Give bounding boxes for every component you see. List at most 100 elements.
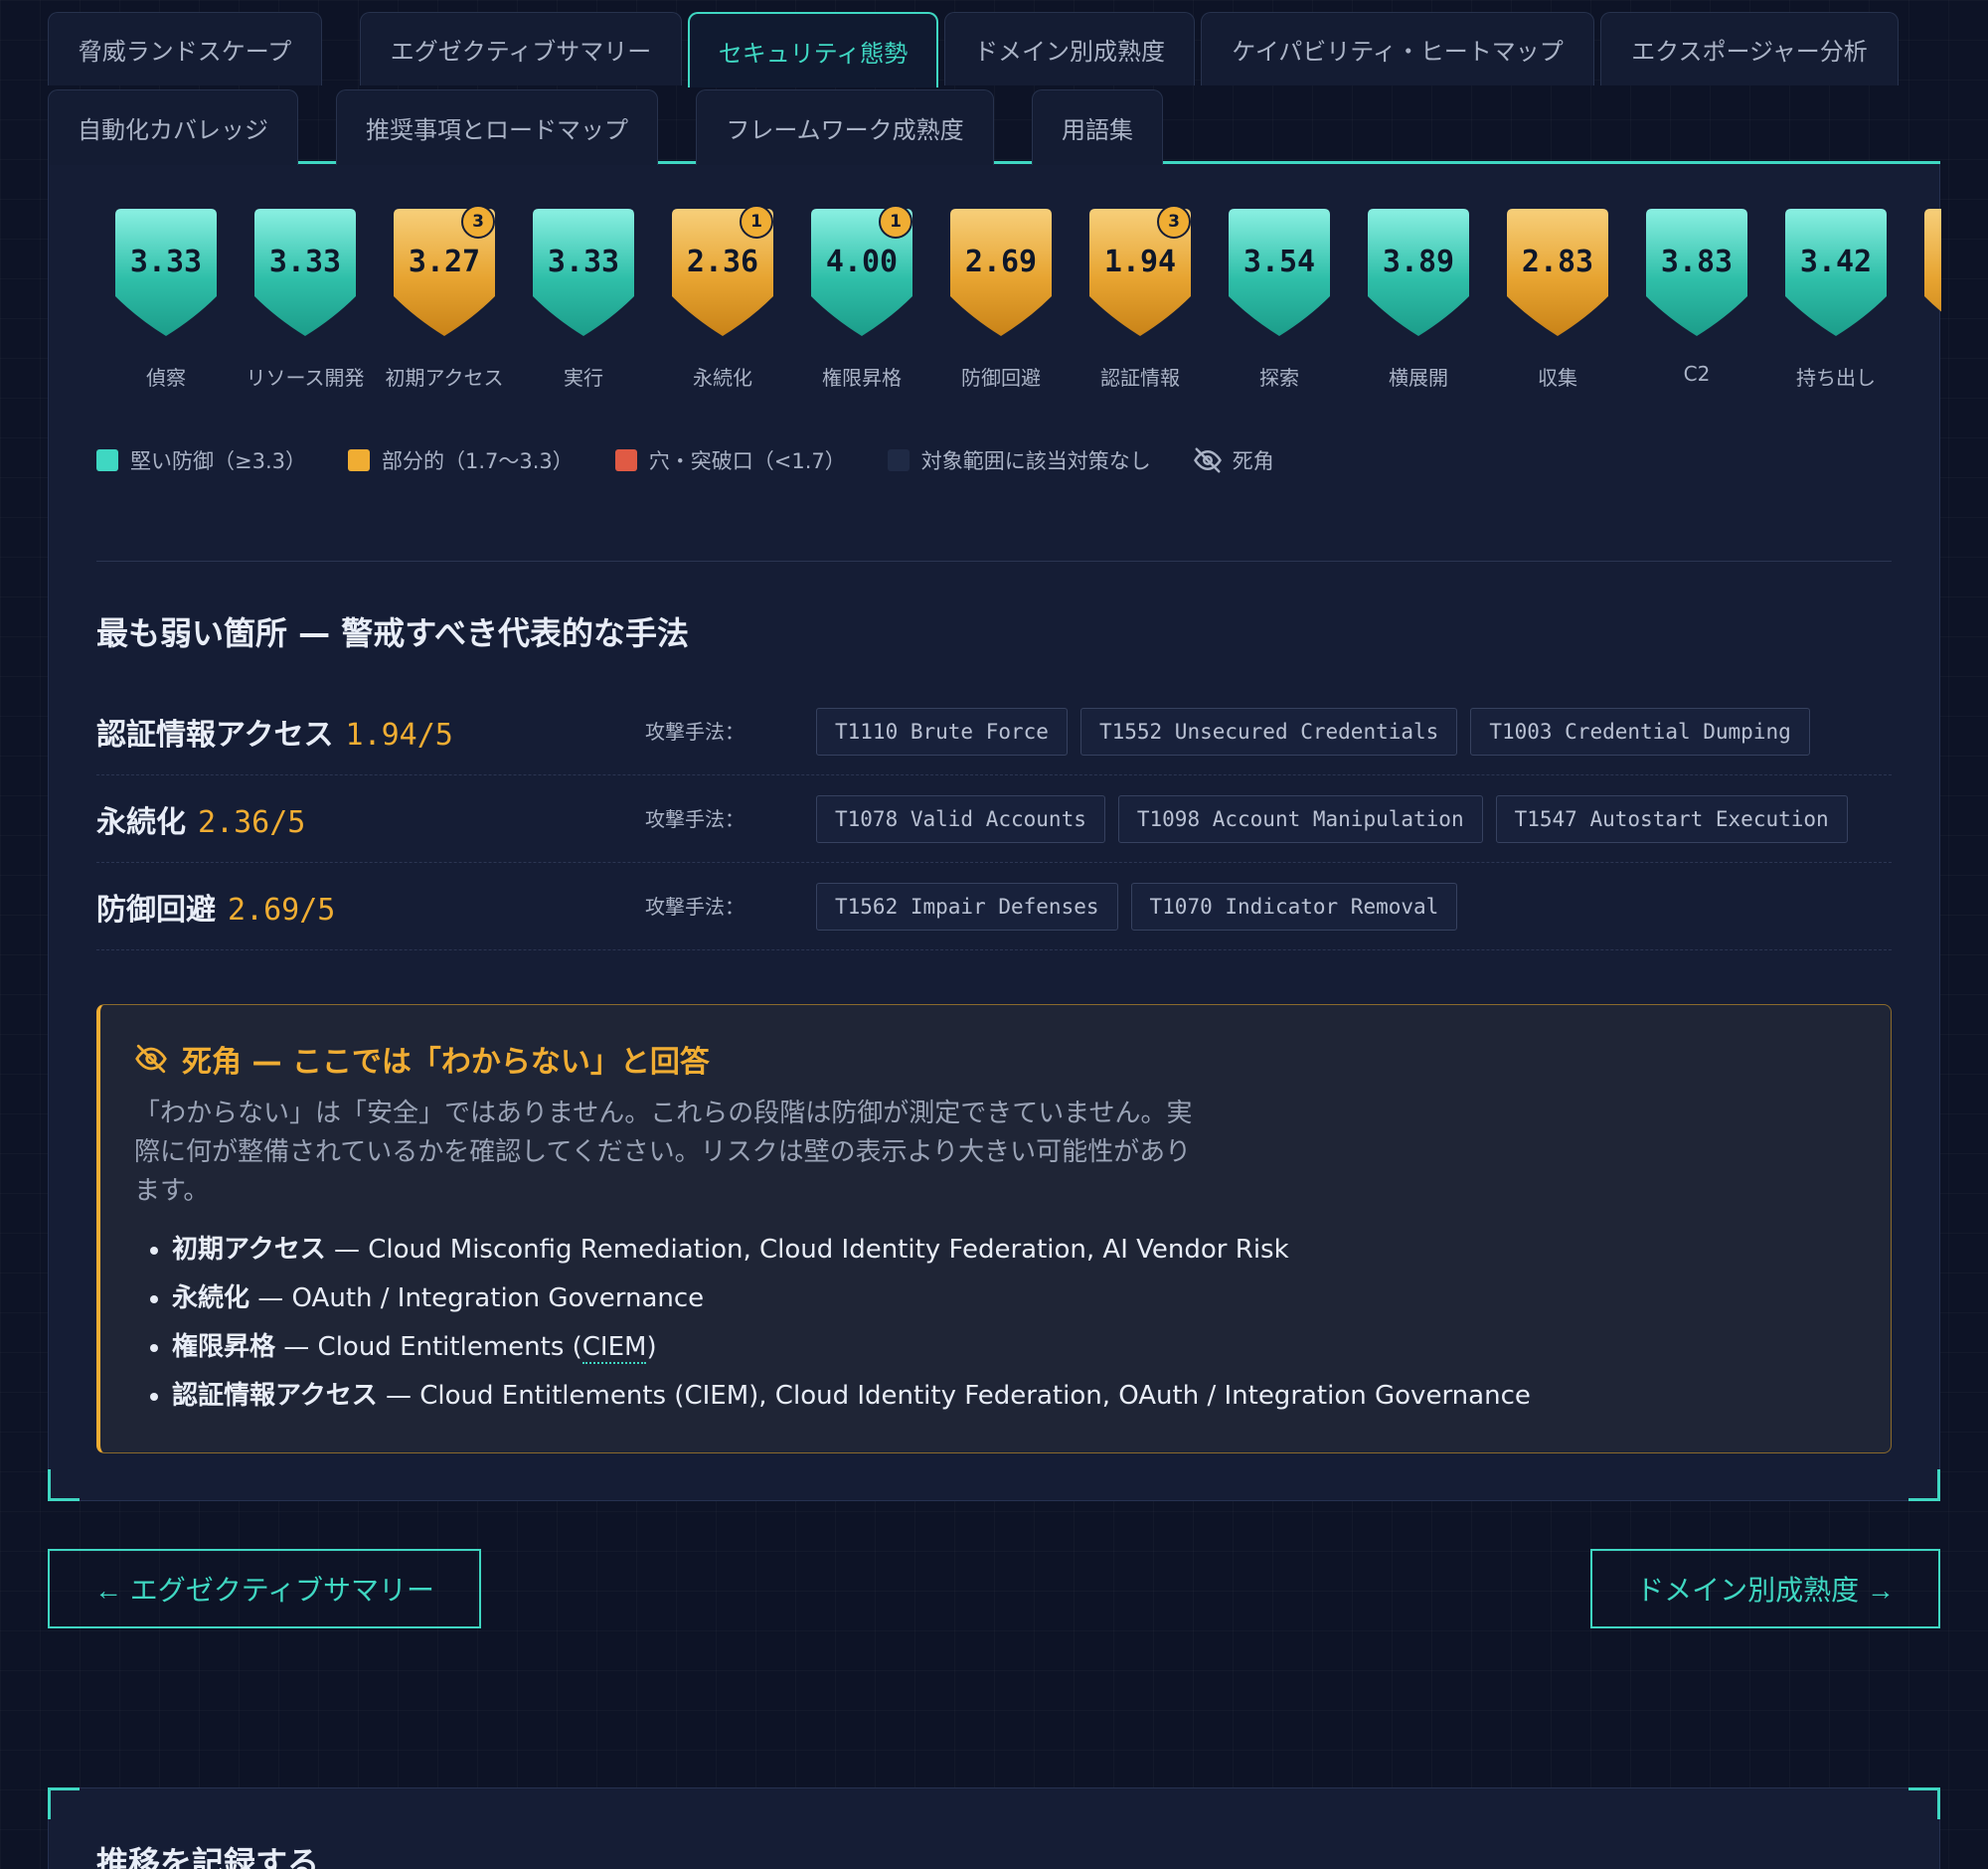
shield-score: 3.42	[1799, 245, 1873, 279]
shield-row: 3.33 偵察 3.33 リソース開発 3.27 3 初期アクセス 3.33 実行 2.36 1 永続…	[49, 205, 1941, 390]
prev-page-button[interactable]: ← エグゼクティブサマリー	[48, 1549, 481, 1628]
shield-score: 3.83	[1660, 245, 1734, 279]
legend-label: 穴・突破口（<1.7）	[648, 449, 846, 473]
blind-spot-title: 死角 — ここでは「わからない」と回答	[134, 1037, 710, 1081]
tab-executive-summary[interactable]: エグゼクティブサマリー	[360, 12, 682, 85]
shield-label: 影響	[1896, 362, 1941, 391]
shield-14[interactable]: 3.0影響	[1905, 209, 1941, 368]
shield-score: 2.69	[964, 245, 1038, 279]
technique-chip[interactable]: T1547 Autostart Execution	[1495, 795, 1848, 843]
shield-score: 3.0	[1924, 245, 1941, 279]
list-item: 永続化 — OAuth / Integration Governance	[172, 1274, 1862, 1323]
blind-spot-count-badge: 3	[1157, 205, 1191, 239]
blind-spot-box: 死角 — ここでは「わからない」と回答 「わからない」は「安全」ではありません。…	[96, 1004, 1892, 1453]
next-page-button[interactable]: ドメイン別成熟度 →	[1590, 1549, 1940, 1628]
list-item: 権限昇格 — Cloud Entitlements (CIEM)	[172, 1323, 1862, 1372]
legend-swatch-strong	[96, 449, 118, 471]
weak-stage-name: 認証情報アクセス 1.94/5	[96, 710, 453, 754]
legend-label: 部分的（1.7〜3.3）	[382, 449, 574, 473]
blind-spot-list: 初期アクセス — Cloud Misconfig Remediation, Cl…	[172, 1226, 1862, 1421]
legend-hole: 穴・突破口（<1.7）	[614, 445, 846, 475]
blind-stage: 権限昇格	[172, 1332, 276, 1362]
technique-chip[interactable]: T1078 Valid Accounts	[816, 795, 1105, 843]
shield-2[interactable]: 3.33 リソース開発	[236, 209, 375, 390]
shield-shape	[533, 209, 634, 336]
shield-6[interactable]: 4.00 1 権限昇格	[792, 205, 931, 390]
legend-label: 死角	[1232, 449, 1274, 473]
shield-label: 防御回避	[961, 366, 1041, 390]
weak-stage-row: 認証情報アクセス 1.94/5 攻撃手法： T1110 Brute Force T155…	[96, 688, 1892, 775]
shield-label: 実行	[564, 366, 603, 390]
technique-chip[interactable]: T1562 Impair Defenses	[816, 883, 1118, 931]
technique-chips: T1078 Valid Accounts T1098 Account Manipu…	[816, 795, 1848, 843]
weak-stage-name: 永続化 2.36/5	[96, 797, 305, 841]
technique-label: 攻撃手法：	[645, 895, 745, 919]
shield-score: 1.94	[1103, 245, 1177, 279]
shield-9[interactable]: 3.54 探索	[1210, 209, 1349, 390]
shield-label: 偵察	[146, 366, 186, 390]
panel-corner	[1908, 1469, 1940, 1501]
legend: 堅い防御（≥3.3） 部分的（1.7〜3.3） 穴・突破口（<1.7） 対象範囲…	[96, 445, 1316, 475]
shield-11[interactable]: 2.83 収集	[1488, 209, 1627, 390]
technique-chip[interactable]: T1110 Brute Force	[816, 708, 1068, 756]
shield-3[interactable]: 3.27 3 初期アクセス	[375, 205, 514, 390]
tab-glossary[interactable]: 用語集	[1032, 89, 1163, 165]
shield-shape	[1368, 209, 1469, 336]
blind-detail: OAuth / Integration Governance	[291, 1283, 705, 1313]
shield-4[interactable]: 3.33 実行	[514, 209, 653, 390]
tab-capability-heatmap[interactable]: ケイパビリティ・ヒートマップ	[1201, 12, 1594, 85]
shield-shape	[1924, 209, 1941, 312]
shield-13[interactable]: 3.42 持ち出し	[1766, 209, 1905, 390]
tab-threat-landscape[interactable]: 脅威ランドスケープ	[48, 12, 322, 85]
divider	[96, 561, 1892, 562]
shield-5[interactable]: 2.36 1 永続化	[653, 205, 792, 390]
legend-label: 堅い防御（≥3.3）	[130, 449, 306, 473]
blind-spot-title-text: 死角 — ここでは「わからない」と回答	[182, 1045, 710, 1080]
legend-swatch-none	[887, 449, 910, 471]
shield-score: 3.33	[268, 245, 342, 279]
stage-score: 2.36/5	[198, 805, 306, 840]
panel-corner	[48, 1469, 80, 1501]
shield-1[interactable]: 3.33 偵察	[96, 209, 236, 390]
shield-label: 権限昇格	[822, 366, 902, 390]
technique-chip[interactable]: T1003 Credential Dumping	[1470, 708, 1810, 756]
shield-label: 横展開	[1389, 366, 1448, 390]
legend-strong: 堅い防御（≥3.3）	[96, 445, 306, 475]
blind-stage: 認証情報アクセス	[172, 1381, 378, 1411]
legend-partial: 部分的（1.7〜3.3）	[348, 445, 574, 475]
shield-score: 3.33	[547, 245, 620, 279]
shield-score: 2.83	[1521, 245, 1594, 279]
shield-8[interactable]: 1.94 3 認証情報	[1071, 205, 1210, 390]
technique-chips: T1110 Brute Force T1552 Unsecured Credent…	[816, 708, 1810, 756]
tab-framework-maturity[interactable]: フレームワーク成熟度	[696, 89, 994, 165]
tab-exposure-analysis[interactable]: エクスポージャー分析	[1600, 12, 1899, 85]
tab-automation-coverage[interactable]: 自動化カバレッジ	[48, 89, 298, 165]
technique-chip[interactable]: T1070 Indicator Removal	[1130, 883, 1458, 931]
shield-7[interactable]: 2.69 防御回避	[931, 209, 1071, 390]
tab-recommendations-roadmap[interactable]: 推奨事項とロードマップ	[336, 89, 658, 165]
abbreviation-ciem[interactable]: CIEM	[581, 1332, 647, 1364]
eye-off-icon	[1193, 447, 1222, 473]
blind-detail: Cloud Entitlements (CIEM), Cloud Identit…	[419, 1381, 1531, 1411]
technique-chip[interactable]: T1552 Unsecured Credentials	[1079, 708, 1458, 756]
tab-security-posture[interactable]: セキュリティ態勢	[688, 12, 938, 87]
shield-12[interactable]: 3.83 C2	[1627, 209, 1766, 386]
blind-spot-count-badge: 1	[879, 205, 912, 239]
weak-stage-row: 防御回避 2.69/5 攻撃手法： T1562 Impair Defenses T107…	[96, 863, 1892, 950]
shield-label: 探索	[1259, 366, 1299, 390]
shield-label: 持ち出し	[1796, 366, 1876, 390]
shield-score: 3.89	[1382, 245, 1455, 279]
shield-shape	[115, 209, 217, 336]
separator: —	[325, 1235, 369, 1265]
blind-detail: )	[646, 1332, 657, 1362]
technique-chip[interactable]: T1098 Account Manipulation	[1117, 795, 1483, 843]
shield-shape	[950, 209, 1052, 336]
shield-shape	[1229, 209, 1330, 336]
blind-stage: 初期アクセス	[172, 1235, 326, 1265]
blind-spot-count-badge: 3	[461, 205, 495, 239]
separator: —	[377, 1381, 420, 1411]
shield-shape	[1507, 209, 1608, 336]
tab-domain-maturity[interactable]: ドメイン別成熟度	[944, 12, 1195, 85]
technique-chips: T1562 Impair Defenses T1070 Indicator Rem…	[816, 883, 1458, 931]
shield-10[interactable]: 3.89 横展開	[1349, 209, 1488, 390]
